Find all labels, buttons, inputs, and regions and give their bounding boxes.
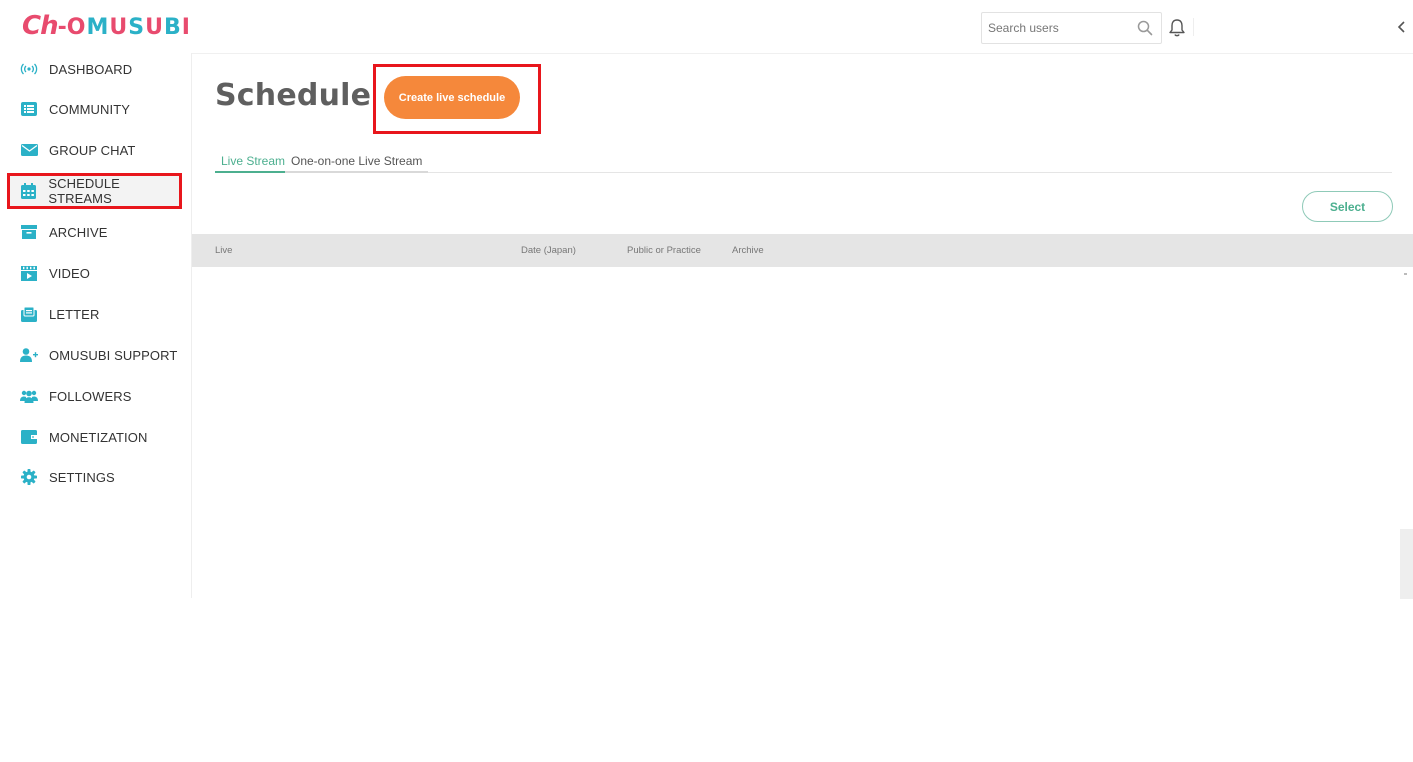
sidebar-item-label: SETTINGS — [49, 469, 115, 485]
chevron-left-icon[interactable] — [1396, 20, 1408, 34]
header-divider — [1193, 18, 1194, 36]
sidebar-item-letter[interactable]: LETTER — [7, 296, 182, 332]
logo-letter: S — [128, 15, 146, 40]
sidebar-item-label: COMMUNITY — [49, 101, 131, 117]
logo-letter: O — [66, 15, 87, 40]
letter-icon — [20, 305, 38, 323]
top-header: Ch - OMUSUBI — [0, 0, 1413, 53]
logo-letter: U — [145, 15, 164, 40]
schedule-tabs: Live Stream One-on-one Live Stream — [215, 151, 1392, 173]
sidebar-item-settings[interactable]: SETTINGS — [7, 459, 182, 495]
column-header-live: Live — [215, 245, 233, 256]
wallet-icon — [20, 428, 38, 446]
sidebar-item-video[interactable]: VIDEO — [7, 255, 182, 291]
sidebar-item-monetization[interactable]: MONETIZATION — [7, 419, 182, 455]
video-icon — [20, 264, 38, 282]
sidebar-item-label: VIDEO — [49, 265, 90, 281]
sidebar-item-label: DASHBOARD — [49, 61, 133, 77]
sidebar-item-community[interactable]: COMMUNITY — [7, 91, 182, 127]
sidebar: DASHBOARD COMMUNITY GROUP CHAT SCHEDULE … — [0, 53, 192, 598]
sidebar-item-label: ARCHIVE — [49, 224, 108, 240]
sidebar-item-label: FOLLOWERS — [49, 388, 132, 404]
column-header-date: Date (Japan) — [521, 245, 576, 256]
search-box — [981, 12, 1162, 44]
archive-box-icon — [20, 223, 38, 241]
list-icon — [20, 100, 38, 118]
sidebar-item-label: SCHEDULE STREAMS — [48, 176, 120, 206]
logo-letter: I — [181, 15, 191, 40]
tab-one-on-one-live-stream[interactable]: One-on-one Live Stream — [285, 151, 429, 173]
sidebar-item-label: OMUSUBI SUPPORT — [49, 347, 178, 363]
select-button[interactable]: Select — [1302, 191, 1393, 222]
sidebar-item-schedule-streams[interactable]: SCHEDULE STREAMS — [7, 173, 182, 209]
logo-dash: - — [57, 15, 67, 40]
page-title: Schedule — [215, 78, 372, 113]
logo-prefix: Ch — [22, 11, 59, 41]
create-live-schedule-button[interactable]: Create live schedule — [384, 76, 520, 119]
scrollbar[interactable] — [1400, 529, 1413, 599]
search-icon[interactable] — [1137, 20, 1153, 36]
sidebar-item-omusubi-support[interactable]: OMUSUBI SUPPORT — [7, 337, 182, 373]
bell-icon[interactable] — [1168, 18, 1186, 38]
column-header-archive: Archive — [732, 245, 764, 256]
logo-letter: B — [163, 15, 182, 40]
sidebar-item-dashboard[interactable]: DASHBOARD — [7, 51, 182, 87]
table-header: Live Date (Japan) Public or Practice Arc… — [192, 234, 1413, 267]
main-content: Schedule Create live schedule Live Strea… — [192, 53, 1413, 599]
sidebar-item-label: LETTER — [49, 306, 100, 322]
tab-live-stream[interactable]: Live Stream — [215, 151, 292, 173]
column-header-public-or-practice: Public or Practice — [627, 245, 701, 256]
sidebar-item-group-chat[interactable]: GROUP CHAT — [7, 132, 182, 168]
sidebar-item-archive[interactable]: ARCHIVE — [7, 214, 182, 250]
sidebar-item-label: GROUP CHAT — [49, 142, 136, 158]
user-plus-icon — [20, 346, 38, 364]
users-icon — [20, 387, 38, 405]
envelope-icon — [20, 141, 38, 159]
logo-letter: U — [109, 15, 129, 40]
calendar-icon — [20, 182, 37, 200]
brand-logo[interactable]: Ch - OMUSUBI — [22, 11, 191, 43]
gear-icon — [20, 468, 38, 486]
search-users-input[interactable] — [988, 21, 1128, 35]
logo-letter: M — [86, 15, 110, 40]
broadcast-icon — [20, 60, 38, 78]
scroll-indicator — [1404, 273, 1407, 275]
sidebar-item-followers[interactable]: FOLLOWERS — [7, 378, 182, 414]
logo-name: OMUSUBI — [67, 15, 191, 40]
sidebar-item-label: MONETIZATION — [49, 429, 148, 445]
